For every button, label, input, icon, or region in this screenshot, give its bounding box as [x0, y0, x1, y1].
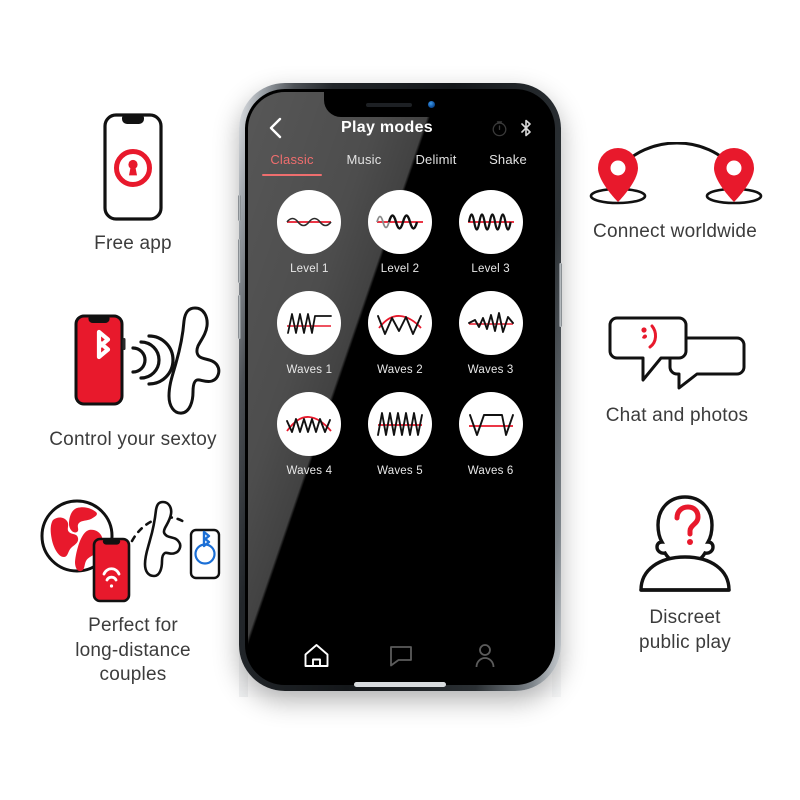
mode-level-3[interactable]: Level 3: [445, 190, 536, 275]
phone-screen: Play modes Classic Music Delimit Shake L…: [248, 92, 552, 682]
mode-waves-3[interactable]: Waves 3: [445, 291, 536, 376]
feature-chat-photos: Chat and photos: [582, 312, 772, 429]
globe-phones-toy-icon: [33, 492, 233, 604]
promo-infographic: Free app Control your sextoy Perfect for…: [0, 0, 800, 800]
feature-long-distance: Perfect for long-distance couples: [22, 492, 244, 688]
tab-music[interactable]: Music: [328, 152, 400, 176]
feature-caption: Control your sextoy: [49, 429, 217, 450]
bluetooth-icon[interactable]: [520, 119, 532, 137]
nav-chat-button[interactable]: [388, 644, 414, 668]
home-indicator: [354, 682, 446, 687]
back-button[interactable]: [268, 117, 298, 139]
mode-label: Level 1: [290, 263, 329, 275]
tab-shake[interactable]: Shake: [472, 152, 544, 176]
mode-level-2[interactable]: Level 2: [355, 190, 446, 275]
chat-bubble-icon: [390, 645, 413, 666]
mode-waves-2[interactable]: Waves 2: [355, 291, 446, 376]
volume-up-button[interactable]: [238, 239, 241, 283]
waveform-wide-peak-icon: [367, 291, 432, 355]
feature-caption: Discreet public play: [639, 607, 731, 653]
phone-mockup: Play modes Classic Music Delimit Shake L…: [238, 83, 562, 703]
feature-free-app: Free app: [38, 112, 228, 257]
home-icon: [304, 644, 329, 667]
waveform-trapezoid-icon: [458, 392, 523, 456]
waveform-ramp-icon: [458, 291, 523, 355]
feature-connect-worldwide: Connect worldwide: [568, 142, 782, 245]
speech-bubbles-wink-icon: [602, 312, 752, 394]
nav-profile-button[interactable]: [473, 643, 497, 668]
user-icon: [475, 644, 495, 668]
phone-lock-icon: [101, 112, 165, 222]
volume-down-button[interactable]: [238, 295, 241, 339]
feature-caption: Perfect for long-distance couples: [75, 615, 191, 686]
nav-home-button[interactable]: [303, 643, 330, 668]
waveform-sawtooth-icon: [367, 392, 432, 456]
mode-label: Waves 6: [467, 465, 514, 477]
mode-label: Waves 2: [377, 364, 423, 376]
feature-caption: Free app: [94, 233, 172, 254]
mode-label: Level 2: [380, 263, 420, 275]
mode-label: Waves 3: [467, 364, 514, 376]
page-title: Play modes: [341, 119, 433, 136]
waveform-zigzag-flat-icon: [277, 291, 342, 355]
phone-bluetooth-toy-icon: [35, 302, 231, 418]
waveform-low-sine-icon: [277, 190, 342, 254]
mute-switch[interactable]: [238, 195, 241, 221]
mode-level-1[interactable]: Level 1: [264, 190, 355, 275]
chevron-left-icon: [269, 117, 282, 139]
phone-notch: [324, 92, 476, 117]
tab-classic[interactable]: Classic: [256, 152, 328, 176]
mode-tabs: Classic Music Delimit Shake: [248, 150, 552, 176]
waveform-medium-sine-icon: [367, 190, 432, 254]
mode-label: Waves 5: [377, 465, 423, 477]
feature-control-toy: Control your sextoy: [22, 302, 244, 453]
waveform-high-sine-icon: [458, 190, 523, 254]
front-camera: [427, 101, 435, 108]
mode-label: Waves 4: [286, 465, 333, 477]
mode-label: Waves 1: [286, 364, 333, 376]
tab-delimit[interactable]: Delimit: [400, 152, 472, 176]
mode-waves-1[interactable]: Waves 1: [264, 291, 355, 376]
feature-caption: Chat and photos: [605, 405, 749, 426]
anonymous-person-icon: [623, 492, 747, 596]
mode-waves-4[interactable]: Waves 4: [264, 392, 355, 477]
mode-waves-6[interactable]: Waves 6: [445, 392, 536, 477]
feature-caption: Connect worldwide: [593, 221, 757, 242]
power-button[interactable]: [559, 263, 562, 327]
timer-icon[interactable]: [491, 120, 508, 137]
feature-discreet-play: Discreet public play: [594, 492, 776, 655]
earpiece-speaker: [365, 102, 412, 107]
mode-waves-5[interactable]: Waves 5: [355, 392, 446, 477]
waveform-dense-arc-icon: [277, 392, 342, 456]
bottom-navigation: [248, 643, 552, 668]
map-pins-arc-icon: [585, 142, 765, 210]
phone-body: Play modes Classic Music Delimit Shake L…: [238, 83, 562, 691]
play-mode-grid: Level 1 Level 2 Level 3 Waves 1 Waves 2 …: [248, 176, 552, 477]
mode-label: Level 3: [471, 263, 510, 275]
